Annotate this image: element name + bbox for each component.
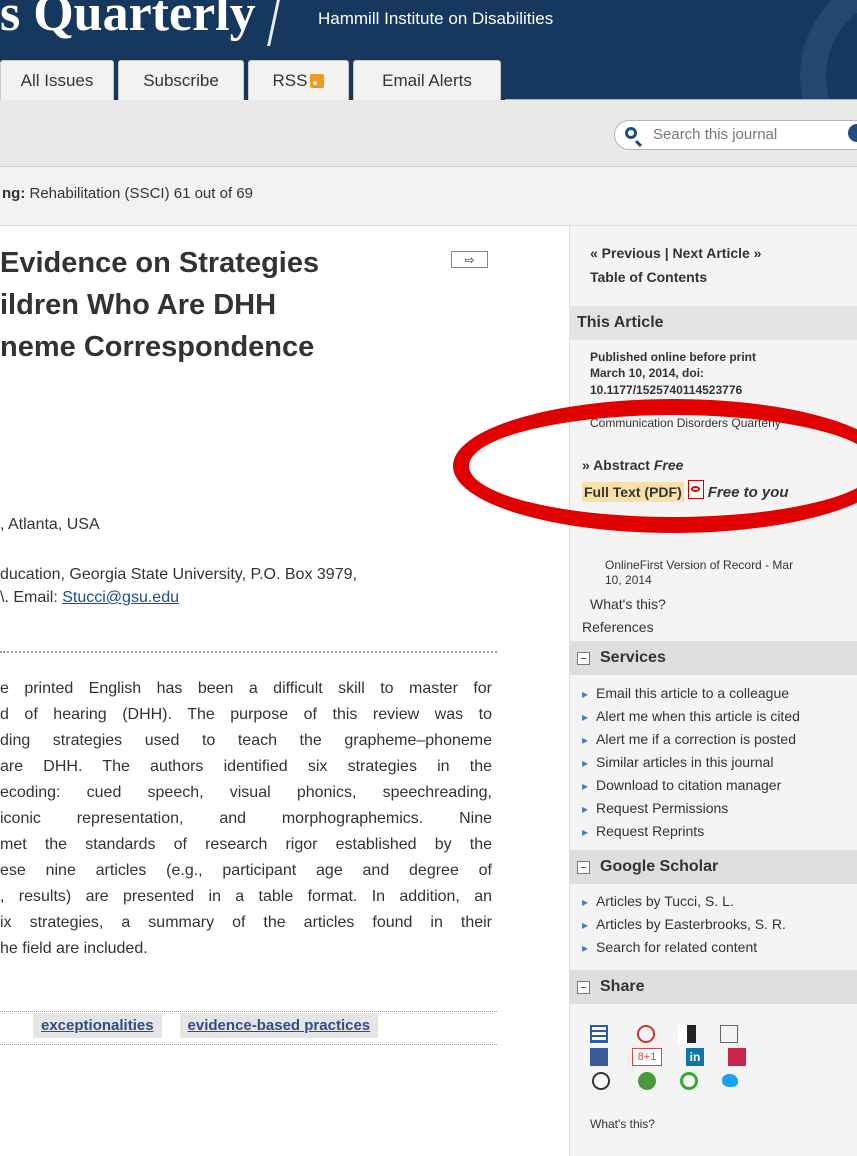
section-title: This Article xyxy=(577,314,664,331)
abstract-text: e printed English has been a difficult s… xyxy=(0,676,492,962)
prev-next-article-link[interactable]: « Previous | Next Article » xyxy=(590,245,761,261)
published-line: March 10, 2014, doi: xyxy=(590,366,705,380)
citeulike-icon[interactable] xyxy=(590,1025,608,1043)
section-title: Share xyxy=(600,978,645,995)
divider xyxy=(0,651,497,653)
title-line: Evidence on Strategies xyxy=(0,247,320,279)
affiliation-email-line: \. Email: Stucci@gsu.edu xyxy=(0,586,357,609)
scholar-link[interactable]: Articles by Tucci, S. L. xyxy=(582,890,786,913)
nav-tabs: All Issues Subscribe RSS Email Alerts xyxy=(0,60,505,100)
service-link[interactable]: Alert me when this article is cited xyxy=(582,705,800,728)
scholar-link[interactable]: Search for related content xyxy=(582,936,786,959)
tab-rss[interactable]: RSS xyxy=(248,60,349,100)
arrow-right-icon: ⇨ xyxy=(464,252,475,267)
collapse-toggle-icon[interactable] xyxy=(577,651,590,665)
this-article-header: This Article xyxy=(569,306,857,340)
onlinefirst-line[interactable]: OnlineFirst Version of Record - Mar xyxy=(605,558,793,572)
services-list: Email this article to a colleague Alert … xyxy=(582,682,800,843)
service-link[interactable]: Alert me if a correction is posted xyxy=(582,728,800,751)
author-email-link[interactable]: Stucci@gsu.edu xyxy=(62,589,179,606)
share-header[interactable]: Share xyxy=(569,970,857,1004)
published-line: Published online before print xyxy=(590,350,757,364)
title-line: neme Correspondence xyxy=(0,331,315,363)
affiliation-2: ducation, Georgia State University, P.O.… xyxy=(0,563,357,609)
abstract-line: , results) are presented in a table form… xyxy=(0,888,492,905)
institute-name[interactable]: Hammill Institute on Disabilities xyxy=(318,9,553,29)
divider xyxy=(0,1044,497,1045)
stumbleupon-icon[interactable] xyxy=(638,1072,656,1090)
comment-icon[interactable] xyxy=(680,1072,698,1090)
ranking-value: Rehabilitation (SSCI) 61 out of 69 xyxy=(29,185,253,202)
abstract-line: met the standards of research rigor esta… xyxy=(0,836,492,853)
tab-subscribe[interactable]: Subscribe xyxy=(118,60,244,100)
header-logo-glyph xyxy=(800,0,857,100)
affiliation-1: , Atlanta, USA xyxy=(0,516,100,533)
keyword-link[interactable]: evidence-based practices xyxy=(179,1012,379,1038)
table-of-contents-link[interactable]: Table of Contents xyxy=(590,269,707,285)
expand-arrow-button[interactable]: ⇨ xyxy=(451,251,488,268)
share-whats-this-link[interactable]: What's this? xyxy=(590,1117,655,1131)
ranking-label: ng: xyxy=(2,185,26,202)
delicious-icon[interactable] xyxy=(678,1025,696,1043)
doi-line: 10.1177/1525740114523776 xyxy=(590,383,743,397)
ranking-text: ng: Rehabilitation (SSCI) 61 out of 69 xyxy=(2,185,253,202)
service-link[interactable]: Similar articles in this journal xyxy=(582,751,800,774)
services-header[interactable]: Services xyxy=(569,641,857,675)
service-link[interactable]: Email this article to a colleague xyxy=(582,682,800,705)
references-link[interactable]: References xyxy=(582,619,654,635)
title-line: ildren Who Are DHH xyxy=(0,289,277,321)
collapse-toggle-icon[interactable] xyxy=(577,860,590,874)
service-link[interactable]: Request Permissions xyxy=(582,797,800,820)
article-title: Evidence on Strategies ildren Who Are DH… xyxy=(0,242,440,368)
facebook-icon[interactable] xyxy=(590,1048,608,1066)
rss-icon xyxy=(310,73,325,88)
red-highlight-ellipse xyxy=(453,399,857,533)
abstract-line: d of hearing (DHH). The purpose of this … xyxy=(0,706,492,723)
journal-title[interactable]: s Quarterly xyxy=(0,0,256,43)
header-divider xyxy=(267,0,280,46)
abstract-line: ecoding: cued speech, visual phonics, sp… xyxy=(0,784,492,801)
google-plus-icon[interactable]: 8+1 xyxy=(632,1048,662,1066)
search-box[interactable] xyxy=(614,120,857,150)
tab-label: Subscribe xyxy=(143,70,219,90)
tab-all-issues[interactable]: All Issues xyxy=(0,60,114,100)
service-link[interactable]: Request Reprints xyxy=(582,820,800,843)
collapse-toggle-icon[interactable] xyxy=(577,980,590,994)
tab-label: Email Alerts xyxy=(382,70,472,90)
abstract-line: e printed English has been a difficult s… xyxy=(0,680,492,697)
tab-label: All Issues xyxy=(20,70,94,90)
keyword-list: exceptionalities evidence-based practice… xyxy=(33,1006,379,1044)
abstract-line: he field are included. xyxy=(0,940,148,957)
onlinefirst-line[interactable]: 10, 2014 xyxy=(605,573,652,587)
abstract-line: are DHH. The authors identified six stra… xyxy=(0,758,492,775)
tab-label: RSS xyxy=(272,70,308,90)
linkedin-icon[interactable]: in xyxy=(686,1048,704,1066)
whats-this-link[interactable]: What's this? xyxy=(590,596,666,612)
service-link[interactable]: Download to citation manager xyxy=(582,774,800,797)
abstract-line: ix strategies, a summary of the articles… xyxy=(0,914,492,931)
section-title: Services xyxy=(600,649,666,666)
email-prefix: \. Email: xyxy=(0,589,63,606)
google-scholar-header[interactable]: Google Scholar xyxy=(569,850,857,884)
search-bar-row xyxy=(0,100,857,167)
keyword-link[interactable]: exceptionalities xyxy=(33,1012,162,1038)
connotea-icon[interactable] xyxy=(637,1025,655,1043)
abstract-line: iconic representation, and morphographem… xyxy=(0,810,492,827)
twitter-icon[interactable] xyxy=(722,1074,738,1087)
affiliation-address: ducation, Georgia State University, P.O.… xyxy=(0,566,357,583)
scholar-link[interactable]: Articles by Easterbrooks, S. R. xyxy=(582,913,786,936)
digg-icon[interactable] xyxy=(720,1025,738,1043)
abstract-line: ese nine articles (e.g., participant age… xyxy=(0,862,492,879)
tab-email-alerts[interactable]: Email Alerts xyxy=(353,60,501,100)
google-scholar-list: Articles by Tucci, S. L. Articles by Eas… xyxy=(582,890,786,959)
abstract-line: ding strategies used to teach the graphe… xyxy=(0,732,492,749)
search-icon[interactable] xyxy=(625,127,637,139)
search-input[interactable] xyxy=(653,126,833,143)
ranking-bar: ng: Rehabilitation (SSCI) 61 out of 69 xyxy=(0,167,857,226)
mendeley-icon[interactable] xyxy=(728,1048,746,1066)
reddit-icon[interactable] xyxy=(592,1072,610,1090)
section-title: Google Scholar xyxy=(600,858,719,875)
